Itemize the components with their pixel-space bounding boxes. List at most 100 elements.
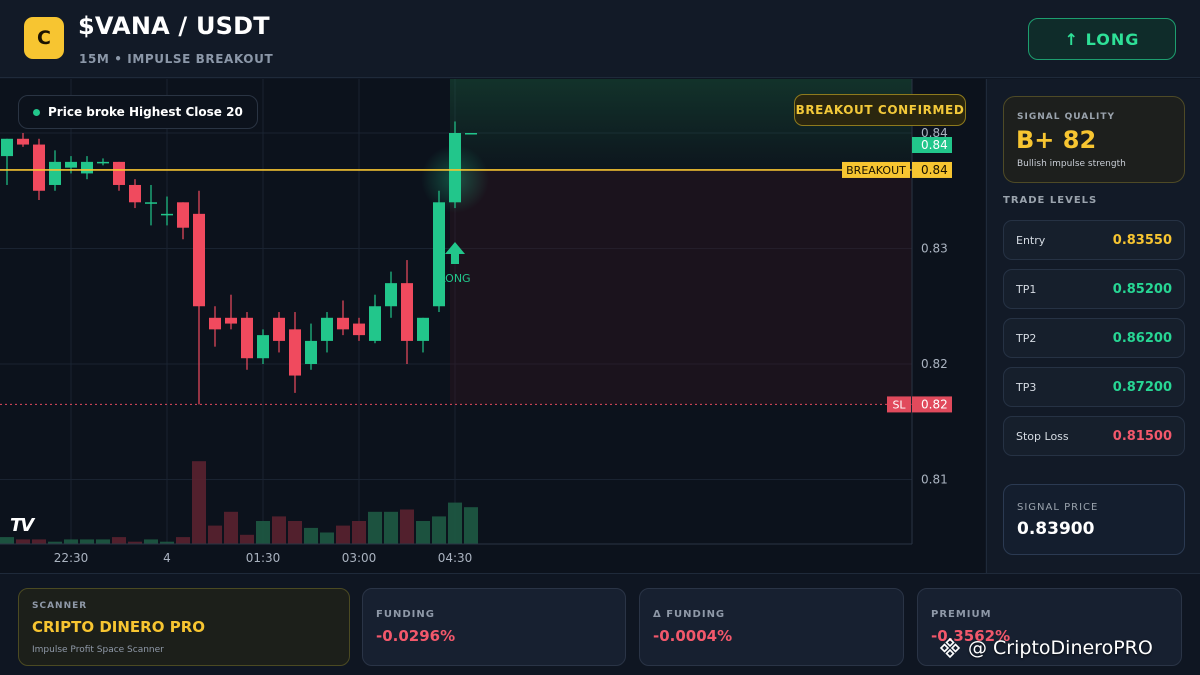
candle-body[interactable] bbox=[417, 317, 429, 341]
candle-body[interactable] bbox=[81, 161, 93, 174]
volume-bar bbox=[176, 537, 190, 544]
signal-panel: SIGNAL QUALITY B+ 82 Bullish impulse str… bbox=[986, 79, 1200, 573]
candle-body[interactable] bbox=[209, 317, 221, 330]
level-tp1[interactable]: TP1 0.85200 bbox=[1003, 269, 1185, 309]
scanner-label: SCANNER bbox=[32, 601, 88, 611]
candle-body[interactable] bbox=[33, 144, 45, 191]
signal-quality-card: SIGNAL QUALITY B+ 82 Bullish impulse str… bbox=[1003, 96, 1185, 183]
breakout-confirmed-badge: BREAKOUT CONFIRMED bbox=[794, 94, 966, 126]
tradingview-logo-icon[interactable]: TV bbox=[10, 515, 34, 536]
trade-levels-title: TRADE LEVELS bbox=[1003, 195, 1098, 206]
candle-body[interactable] bbox=[385, 283, 397, 307]
volume-bar bbox=[144, 539, 158, 544]
volume-bar bbox=[288, 521, 302, 544]
candle-body[interactable] bbox=[305, 340, 317, 364]
candle-body[interactable] bbox=[289, 329, 301, 376]
funding-card: FUNDING -0.0296% bbox=[362, 588, 626, 666]
volume-bar bbox=[80, 539, 94, 544]
volume-bar bbox=[400, 509, 414, 544]
signal-quality-label: SIGNAL QUALITY bbox=[1017, 112, 1115, 122]
volume-bar bbox=[304, 527, 318, 544]
level-tp3[interactable]: TP3 0.87200 bbox=[1003, 367, 1185, 407]
delta-funding-label: Δ FUNDING bbox=[653, 609, 726, 620]
level-value: 0.86200 bbox=[1112, 330, 1172, 346]
candle-body[interactable] bbox=[465, 133, 477, 135]
long-button[interactable]: ↑ LONG bbox=[1028, 18, 1176, 60]
candle-body[interactable] bbox=[225, 317, 237, 324]
volume-bar bbox=[432, 516, 446, 544]
candle-body[interactable] bbox=[17, 138, 29, 145]
candle-body[interactable] bbox=[321, 317, 333, 341]
x-tick-label: 04:30 bbox=[438, 551, 473, 565]
premium-label: PREMIUM bbox=[931, 609, 992, 620]
candle-body[interactable] bbox=[113, 161, 125, 185]
signal-price-label: SIGNAL PRICE bbox=[1017, 502, 1099, 513]
candle-body[interactable] bbox=[49, 161, 61, 185]
volume-bar bbox=[320, 532, 334, 544]
level-entry[interactable]: Entry 0.83550 bbox=[1003, 220, 1185, 260]
level-tp2[interactable]: TP2 0.86200 bbox=[1003, 318, 1185, 358]
x-tick-label: 03:00 bbox=[342, 551, 377, 565]
x-tick-label: 4 bbox=[163, 551, 171, 565]
volume-bar bbox=[336, 525, 350, 544]
scanner-name: CRIPTO DINERO PRO bbox=[32, 618, 205, 636]
funding-value: -0.0296% bbox=[376, 627, 456, 645]
volume-bar bbox=[208, 525, 222, 544]
volume-bar bbox=[224, 511, 238, 544]
candle-body[interactable] bbox=[241, 317, 253, 359]
candle-body[interactable] bbox=[1, 138, 13, 157]
volume-bar bbox=[0, 537, 14, 544]
risk-zone bbox=[450, 169, 912, 405]
y-tick-label: 0.82 bbox=[921, 357, 948, 371]
sl-price-tag: 0.82 bbox=[921, 397, 948, 411]
watermark-text: @ CriptoDineroPRO bbox=[968, 637, 1153, 659]
x-tick-label: 01:30 bbox=[246, 551, 281, 565]
candle-body[interactable] bbox=[369, 306, 381, 341]
chart-canvas[interactable]: LONG 0.840.830.820.810.840.840.82BREAKOU… bbox=[0, 79, 985, 573]
candle-body[interactable] bbox=[257, 335, 269, 359]
candle-body[interactable] bbox=[177, 202, 189, 228]
signal-glow bbox=[421, 145, 489, 213]
candle-body[interactable] bbox=[353, 323, 365, 336]
timeframe-subtitle: 15M • IMPULSE BREAKOUT bbox=[79, 52, 274, 66]
signal-quality-desc: Bullish impulse strength bbox=[1017, 159, 1126, 169]
volume-bar bbox=[272, 516, 286, 544]
signal-price-value: 0.83900 bbox=[1017, 519, 1095, 539]
pair-title: $VANA / USDT bbox=[78, 12, 270, 40]
volume-bar bbox=[256, 521, 270, 544]
level-name: Entry bbox=[1016, 233, 1046, 247]
volume-bar bbox=[16, 539, 30, 544]
candle-body[interactable] bbox=[193, 213, 205, 307]
volume-bar bbox=[384, 511, 398, 544]
candle-body[interactable] bbox=[129, 184, 141, 203]
level-name: TP2 bbox=[1016, 331, 1037, 345]
candle-body[interactable] bbox=[161, 213, 173, 216]
breakout-label: BREAKOUT bbox=[846, 164, 906, 177]
last-price-tag: 0.84 bbox=[921, 138, 948, 152]
bottom-bar: SCANNER CRIPTO DINERO PRO Impulse Profit… bbox=[0, 573, 1200, 675]
volume-bar bbox=[64, 539, 78, 544]
y-tick-label: 0.81 bbox=[921, 473, 948, 487]
candle-body[interactable] bbox=[65, 161, 77, 168]
level-value: 0.83550 bbox=[1112, 232, 1172, 248]
breakout-note-text: Price broke Highest Close 20 bbox=[48, 105, 243, 119]
x-tick-label: 22:30 bbox=[54, 551, 89, 565]
candle-body[interactable] bbox=[273, 317, 285, 341]
level-name: TP1 bbox=[1016, 282, 1037, 296]
candle-body[interactable] bbox=[401, 283, 413, 341]
volume-bar bbox=[352, 521, 366, 544]
candle-body[interactable] bbox=[337, 317, 349, 330]
candle-body[interactable] bbox=[97, 161, 109, 164]
level-stop-loss[interactable]: Stop Loss 0.81500 bbox=[1003, 416, 1185, 456]
candle-body[interactable] bbox=[433, 202, 445, 307]
volume-bar bbox=[96, 539, 110, 544]
delta-funding-card: Δ FUNDING -0.0004% bbox=[639, 588, 904, 666]
sl-label: SL bbox=[892, 398, 906, 411]
watermark: @ CriptoDineroPRO bbox=[938, 636, 1153, 660]
volume-bar bbox=[32, 539, 46, 544]
price-chart[interactable]: LONG 0.84 0.83 0.82 0.81 0.84 0.84 0.82 BREAKOU… bbox=[0, 79, 985, 573]
volume-bar bbox=[368, 511, 382, 544]
scanner-desc: Impulse Profit Space Scanner bbox=[32, 645, 164, 655]
level-name: TP3 bbox=[1016, 380, 1037, 394]
candle-body[interactable] bbox=[145, 202, 157, 204]
